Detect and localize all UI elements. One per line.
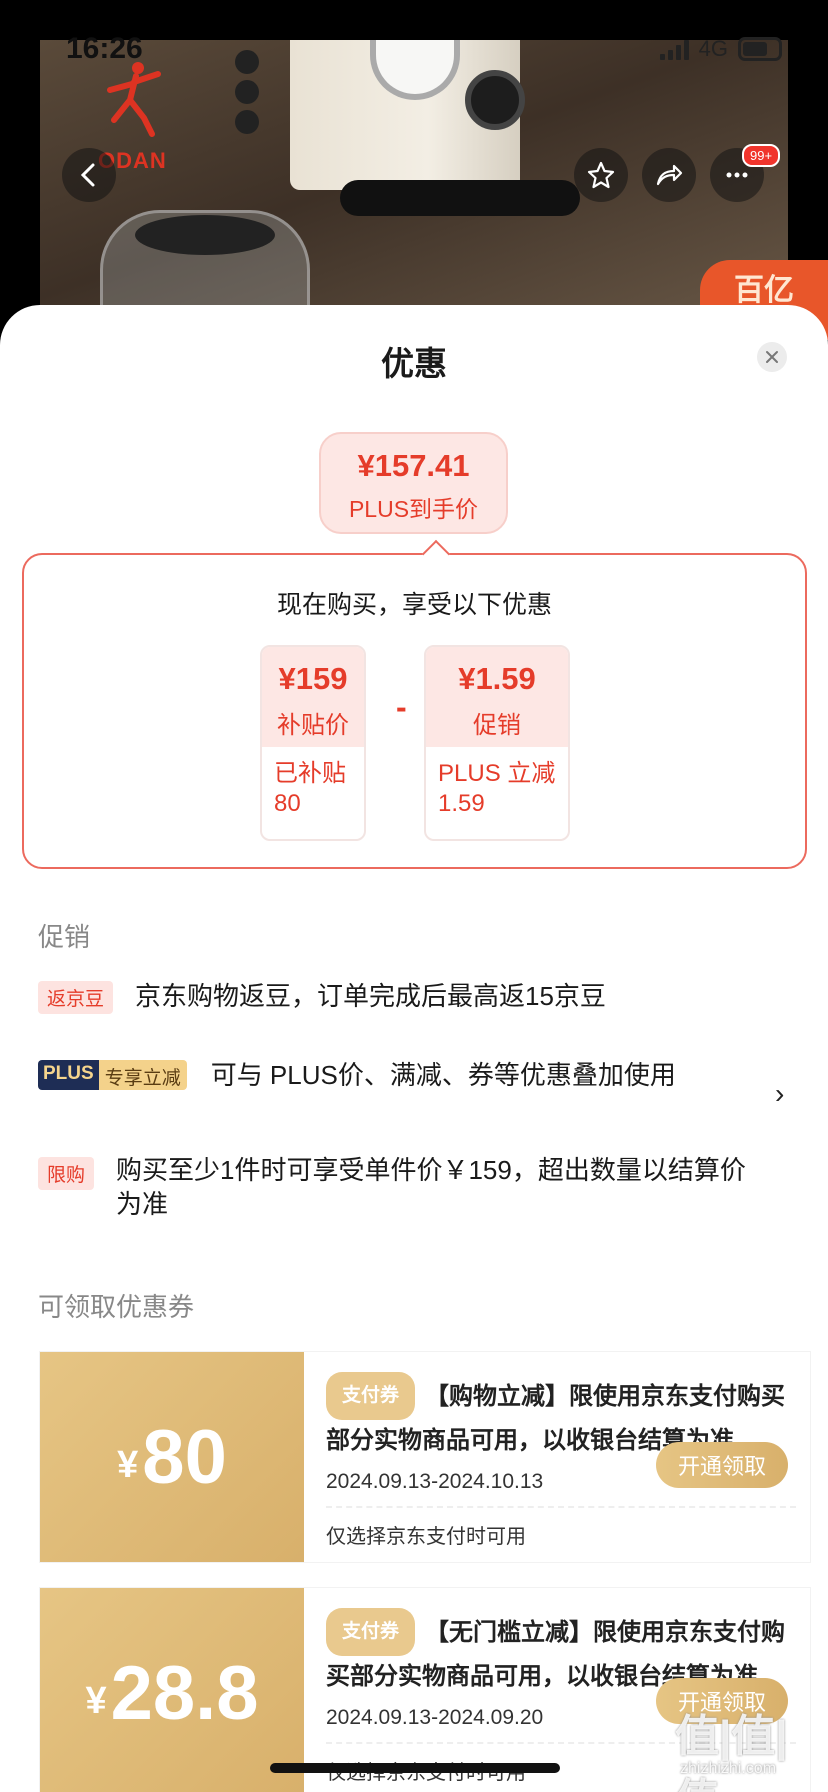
coupon-value: ¥ 28.8 — [40, 1588, 304, 1792]
limit-tag: 限购 — [38, 1157, 95, 1190]
machine-knob — [235, 110, 259, 134]
chevron-right-icon[interactable]: › — [775, 1078, 784, 1110]
promotion-value: ¥1.59 — [458, 661, 536, 696]
share-button[interactable] — [642, 148, 696, 202]
plus-text: 可与 PLUS价、满减、券等优惠叠加使用 — [210, 1060, 676, 1090]
coupon-note: 仅选择京东支付时可用 — [326, 1526, 526, 1548]
network-label: 4G — [698, 36, 728, 61]
watermark: 值|值|值 — [675, 1712, 788, 1792]
machine-knob — [235, 80, 259, 104]
promo-row-plus[interactable]: PLUS 专享立减 可与 PLUS价、满减、券等优惠叠加使用 — [38, 1058, 676, 1092]
final-price-bubble: ¥157.41 PLUS到手价 — [319, 432, 508, 534]
final-price-amount: ¥157.41 — [357, 448, 470, 483]
coupon-currency: ¥ — [85, 1679, 107, 1722]
claim-coupon-button[interactable]: 开通领取 — [656, 1442, 788, 1488]
portafilter-handle — [340, 180, 580, 216]
share-icon — [656, 164, 683, 186]
subsidy-detail: 已补贴 80 — [274, 760, 346, 817]
coupons-section-label: 可领取优惠券 — [38, 1292, 195, 1322]
breakdown-pointer — [421, 539, 451, 569]
coupon-amount: 80 — [142, 1414, 227, 1500]
price-breakdown: 现在购买，享受以下优惠 ¥159 补贴价 已补贴 80 - ¥1.59 促销 P… — [22, 539, 807, 869]
status-indicators: 4G — [659, 36, 782, 62]
chevron-left-icon — [80, 163, 95, 187]
close-button[interactable] — [757, 342, 787, 372]
coupon-value: ¥ 80 — [40, 1352, 304, 1562]
final-price-label: PLUS到手价 — [348, 496, 479, 522]
jingdou-tag: 返京豆 — [38, 981, 114, 1014]
promotion-detail: PLUS 立减 1.59 — [438, 760, 556, 817]
product-hero: 百亿 补贴 ODAN 16:26 4G 99+ — [0, 0, 828, 340]
signal-icon — [659, 38, 689, 60]
subsidy-price-value: ¥159 — [278, 661, 348, 696]
coupon-type-tag: 支付券 — [326, 1372, 416, 1420]
coupon-divider — [326, 1506, 796, 1508]
favorite-button[interactable] — [574, 148, 628, 202]
limit-text: 购买至少1件时可享受单件价￥159，超出数量以结算价为准 — [116, 1155, 746, 1219]
discount-sheet: 优惠 ¥157.41 PLUS到手价 现在购买，享受以下优惠 ¥159 补贴价 … — [0, 305, 828, 1792]
promotion-type: 促销 — [473, 712, 521, 739]
coupon-type-tag: 支付券 — [326, 1608, 416, 1656]
promotions-section-label: 促销 — [38, 922, 91, 952]
jumpman-icon — [107, 62, 161, 137]
close-icon — [766, 351, 778, 363]
promo-row-limit[interactable]: 限购 购买至少1件时可享受单件价￥159，超出数量以结算价为准 — [38, 1153, 778, 1221]
machine-knob — [235, 50, 259, 74]
status-time: 16:26 — [66, 32, 143, 65]
watermark-url: zhizhizhi.com — [680, 1760, 777, 1777]
plus-tag-discount: 专享立减 — [98, 1060, 187, 1090]
battery-icon — [738, 37, 782, 61]
star-icon — [587, 161, 615, 189]
breakdown-title: 现在购买，享受以下优惠 — [276, 591, 552, 619]
promotion-card: ¥1.59 促销 PLUS 立减 1.59 — [424, 645, 570, 841]
coupon-currency: ¥ — [117, 1443, 139, 1486]
back-button[interactable] — [62, 148, 116, 202]
subsidy-badge-line1: 百亿 — [734, 274, 794, 307]
home-indicator — [270, 1763, 560, 1773]
machine-dial — [465, 70, 525, 130]
coupon-card: ¥ 80 支付券 【购物立减】限使用京东支付购买部分实物商品可用，以收银台结算为准… — [40, 1352, 810, 1562]
plus-tag: PLUS 专享立减 — [38, 1060, 187, 1090]
plus-tag-label: PLUS — [38, 1060, 99, 1090]
minus-operator: - — [396, 689, 407, 725]
subsidy-price-card: ¥159 补贴价 已补贴 80 — [260, 645, 366, 841]
subsidy-price-type: 补贴价 — [277, 712, 349, 739]
coupon-amount: 28.8 — [110, 1650, 259, 1736]
promo-row-jingdou[interactable]: 返京豆 京东购物返豆，订单完成后最高返15京豆 — [38, 979, 606, 1014]
jingdou-text: 京东购物返豆，订单完成后最高返15京豆 — [135, 981, 606, 1011]
notification-badge: 99+ — [742, 144, 781, 167]
sheet-title: 优惠 — [381, 345, 447, 382]
kettle-lid — [135, 215, 275, 255]
